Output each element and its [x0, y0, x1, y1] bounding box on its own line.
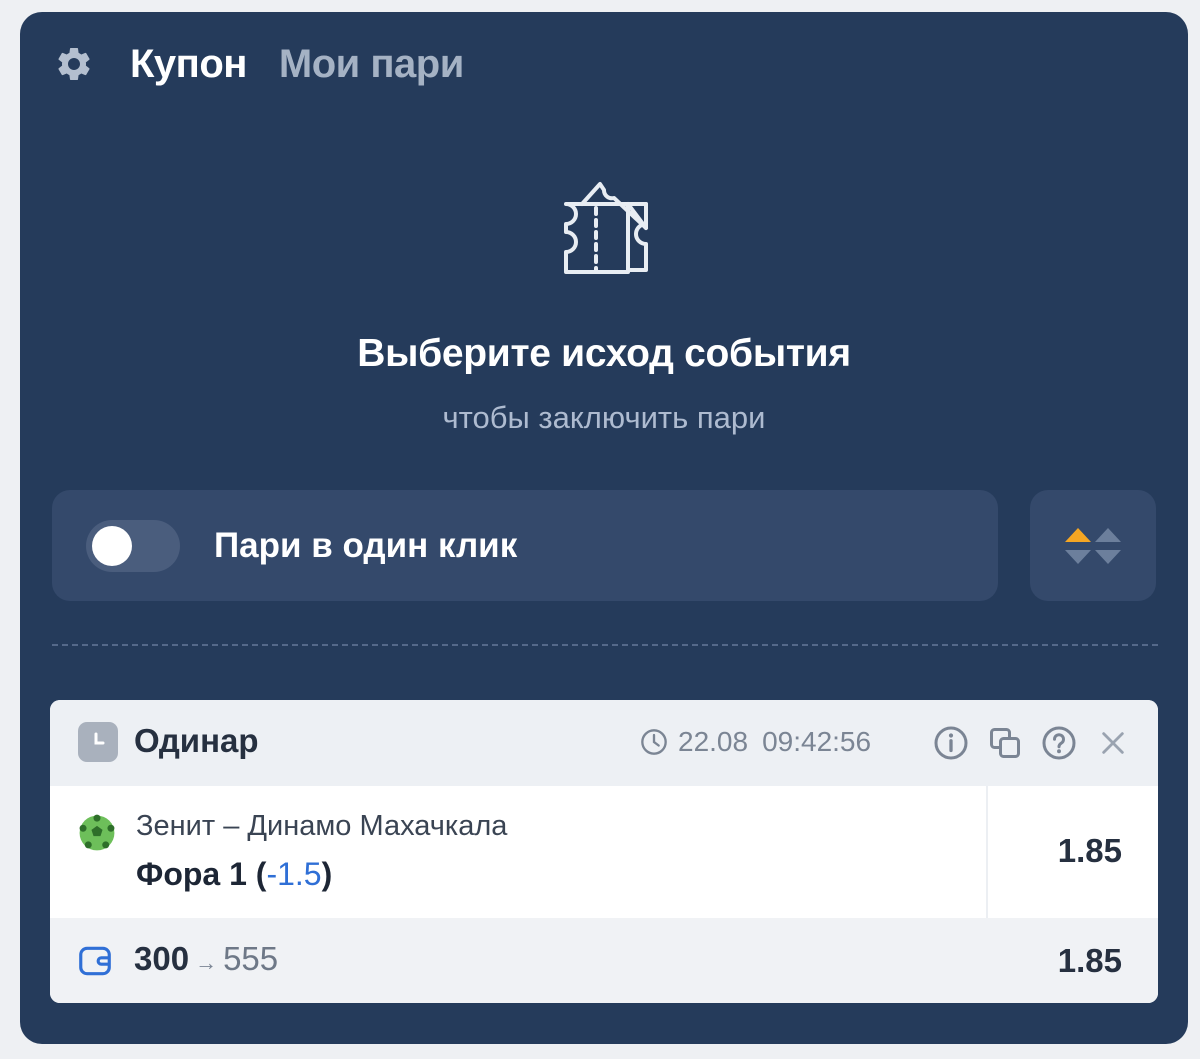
copy-icon[interactable] [986, 724, 1024, 762]
stake-value: 300 [134, 940, 190, 977]
potential-win: 555 [223, 940, 279, 977]
tab-my-bets[interactable]: Мои пари [279, 42, 464, 87]
market-suffix: ) [321, 856, 333, 892]
market-label: Фора 1 (-1.5) [136, 856, 332, 893]
event-row: Зенит – Динамо Махачкала Фора 1 (-1.5) 1… [50, 786, 1158, 918]
bet-date: 22.08 [678, 726, 749, 757]
sort-arrows-button[interactable] [1030, 490, 1156, 601]
total-odd: 1.85 [1057, 942, 1122, 979]
help-icon[interactable] [1040, 724, 1078, 762]
event-odd: 1.85 [1057, 832, 1122, 869]
info-icon[interactable] [932, 724, 970, 762]
arrow-icon: → [195, 950, 218, 975]
football-icon [78, 814, 116, 852]
wallet-icon [76, 942, 114, 980]
bet-slip: Одинар 22.08 09:42:56 Зенит – Динамо Мах… [50, 700, 1158, 1003]
coupon-panel: Купон Мои пари Выберите исход события чт… [20, 12, 1188, 1044]
toggle-knob [92, 525, 132, 566]
handicap-value: -1.5 [266, 856, 322, 892]
stake-summary-row[interactable]: 300 → 555 1.85 [50, 918, 1158, 1003]
clock-icon [641, 729, 667, 755]
tab-coupon[interactable]: Купон [130, 42, 247, 87]
one-click-toggle[interactable] [86, 519, 180, 572]
sort-arrows-icon [1065, 527, 1121, 564]
bet-time: 09:42:56 [762, 726, 872, 757]
close-icon[interactable] [1094, 724, 1132, 762]
one-click-bet-row: Пари в один клик [52, 490, 998, 601]
empty-state-title: Выберите исход события [357, 332, 851, 375]
bet-slip-header: Одинар 22.08 09:42:56 [50, 700, 1158, 786]
empty-state-subtitle: чтобы заключить пари [442, 400, 766, 435]
market-prefix: Фора 1 ( [136, 856, 267, 892]
bet-type-label: Одинар [134, 722, 259, 759]
divider [52, 644, 1158, 646]
stake-amount: 300 → 555 [134, 940, 278, 978]
one-click-label: Пари в один клик [214, 525, 518, 565]
clock-type-icon [78, 722, 118, 762]
event-teams: Зенит – Динамо Махачкала [136, 810, 508, 842]
column-divider [986, 786, 988, 918]
timestamp: 22.08 09:42:56 [640, 726, 871, 758]
gear-icon[interactable] [52, 42, 96, 86]
header: Купон Мои пари [52, 42, 464, 86]
coupon-ticket-icon [552, 176, 656, 284]
